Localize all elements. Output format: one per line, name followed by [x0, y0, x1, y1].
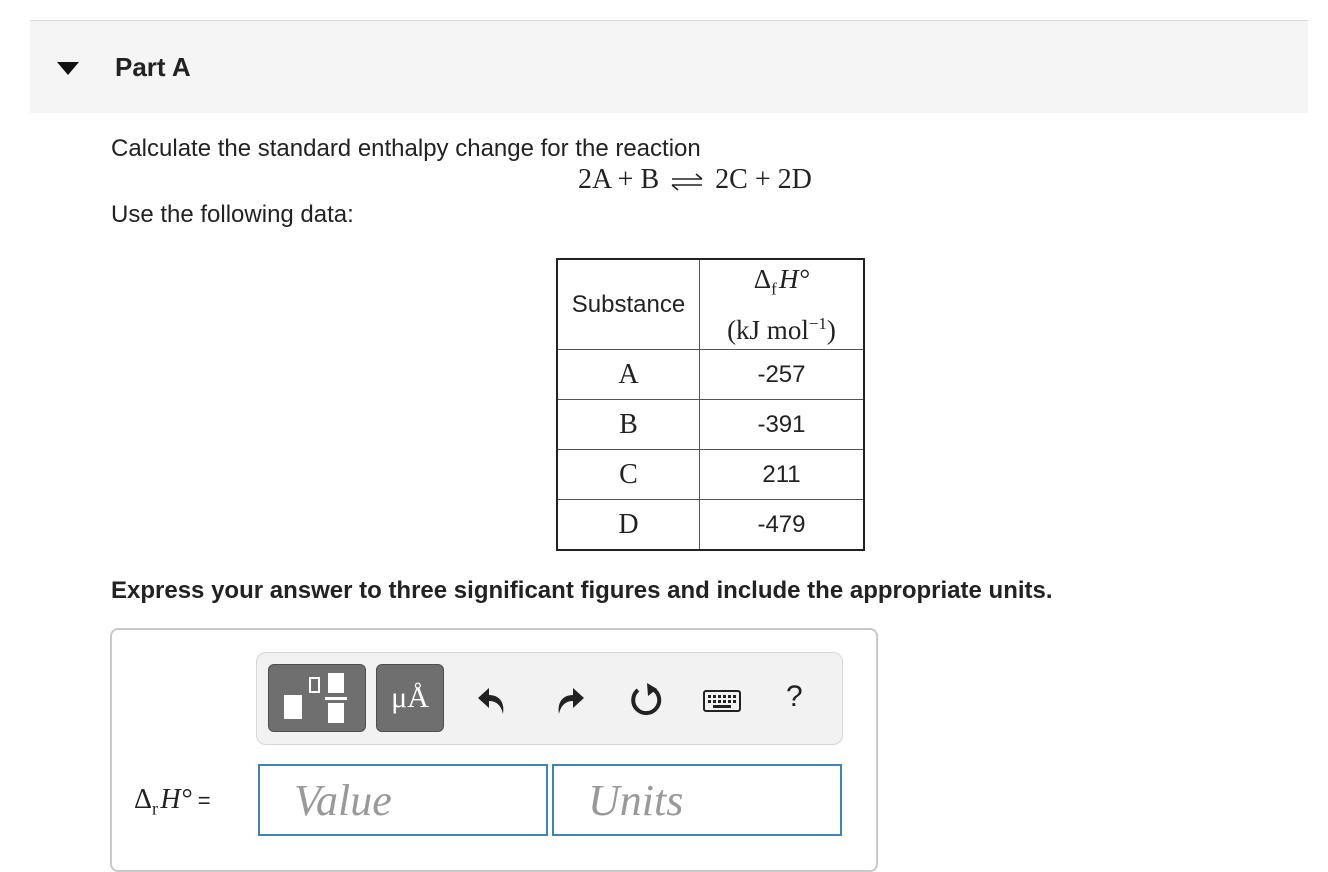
header-substance: Substance: [556, 258, 700, 350]
table-row: D -479: [556, 499, 865, 551]
units-button[interactable]: μÅ: [376, 664, 444, 732]
header-enthalpy: Δf H° (kJ mol−1): [699, 258, 865, 350]
enthalpy-data-table: Substance Δf H° (kJ mol−1) A -257 B -391…: [556, 258, 865, 551]
table-row: C 211: [556, 449, 865, 500]
collapse-triangle-icon[interactable]: [57, 62, 79, 75]
data-intro: Use the following data:: [111, 201, 354, 228]
enthalpy-cell: -479: [699, 499, 865, 551]
reset-icon[interactable]: [626, 680, 666, 720]
redo-icon[interactable]: [549, 680, 589, 720]
substance-cell: D: [556, 499, 700, 551]
answer-label: Δr H° =: [134, 784, 211, 819]
help-button[interactable]: ?: [786, 680, 803, 714]
table-header-row: Substance Δf H° (kJ mol−1): [556, 258, 865, 350]
table-row: B -391: [556, 399, 865, 450]
question-prompt: Calculate the standard enthalpy change f…: [111, 135, 701, 162]
enthalpy-cell: -257: [699, 349, 865, 400]
answer-instruction: Express your answer to three significant…: [111, 577, 1053, 604]
reaction-reactants: 2A + B: [578, 164, 660, 195]
reaction-equation: 2A + B 2C + 2D: [578, 164, 812, 196]
equilibrium-arrows-icon: [671, 172, 703, 191]
reaction-products: 2C + 2D: [715, 164, 812, 195]
units-input[interactable]: [552, 764, 842, 836]
undo-icon[interactable]: [473, 680, 513, 720]
part-title: Part A: [115, 52, 191, 82]
substance-cell: A: [556, 349, 700, 400]
enthalpy-cell: 211: [699, 449, 865, 500]
keyboard-icon[interactable]: [702, 683, 742, 717]
value-input[interactable]: [258, 764, 548, 836]
substance-cell: C: [556, 449, 700, 500]
table-row: A -257: [556, 349, 865, 400]
part-header[interactable]: [30, 21, 1308, 113]
templates-button[interactable]: [268, 664, 366, 732]
substance-cell: B: [556, 399, 700, 450]
enthalpy-cell: -391: [699, 399, 865, 450]
